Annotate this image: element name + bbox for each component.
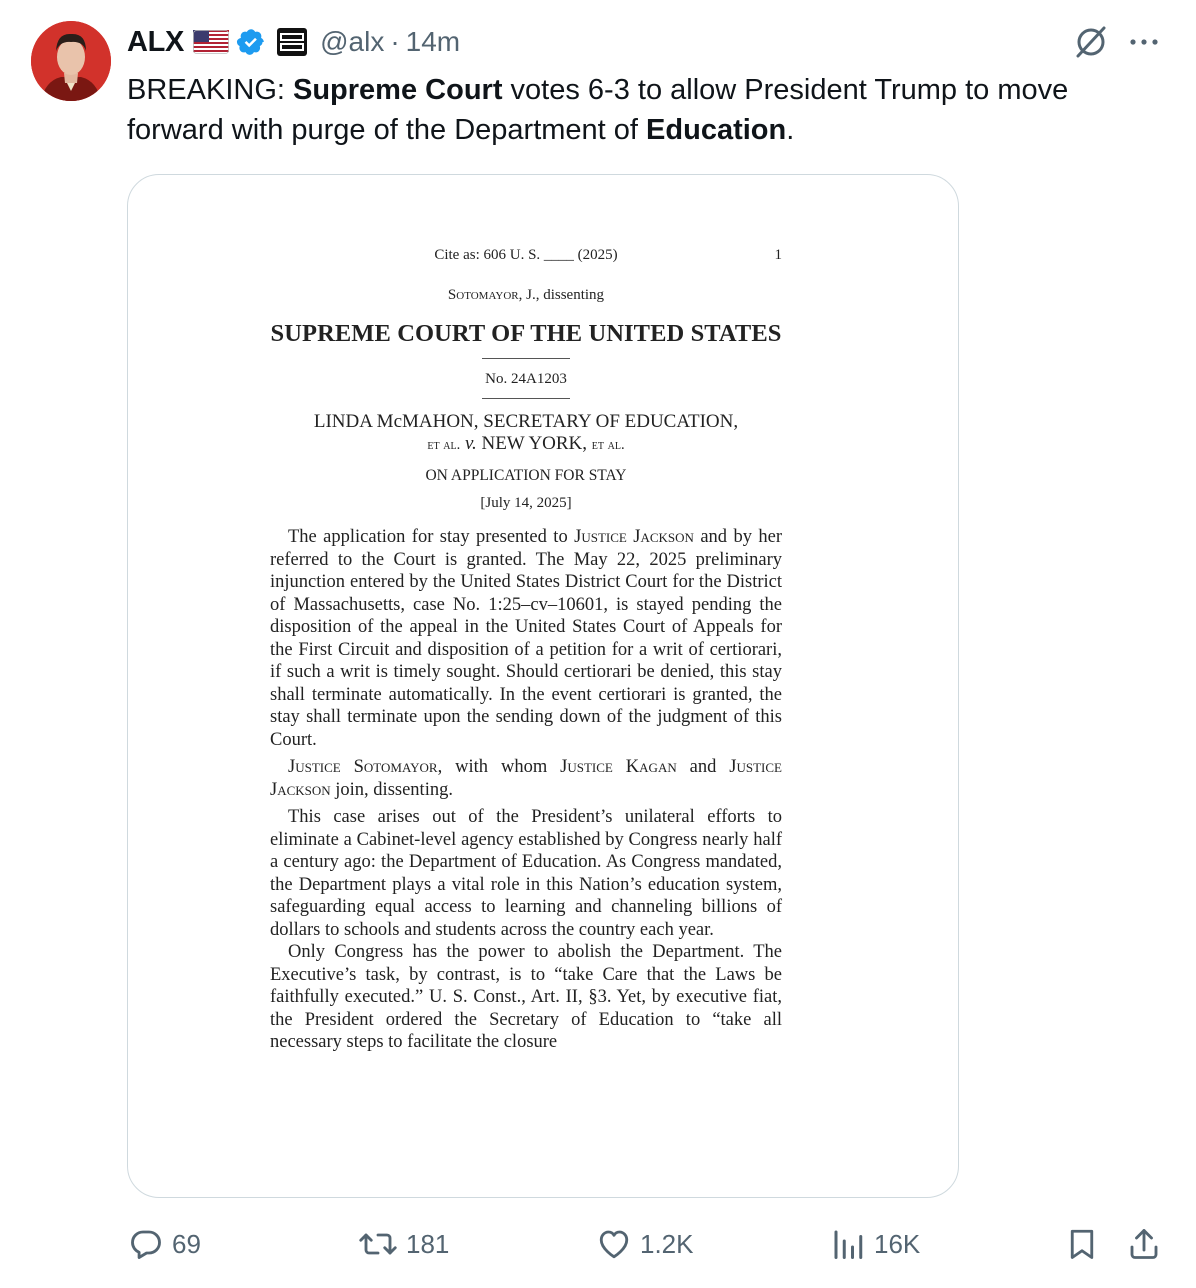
repost-icon [359, 1233, 397, 1255]
flag-icon [193, 30, 230, 54]
dissent-intro-end: join, dissenting. [330, 779, 453, 800]
court-title: SUPREME COURT OF THE UNITED STATES [270, 320, 782, 347]
justice-jackson: Justice Jackson [574, 527, 694, 547]
divider [482, 398, 570, 399]
reply-icon [131, 1230, 161, 1259]
more-icon[interactable] [1126, 28, 1162, 56]
justice-sotomayor: Justice Sotomayor [288, 757, 438, 777]
party-versus: v. [464, 433, 477, 454]
dissent-paragraph-1: This case arises out of the President’s … [270, 807, 782, 940]
views-icon [834, 1230, 863, 1259]
citation-line: Cite as: 606 U. S. ____ (2025) 1 [270, 247, 782, 269]
reply-button[interactable]: 69 [128, 1222, 201, 1266]
docket-number: No. 24A1203 [485, 371, 567, 387]
order-text-rest: and by her referred to the Court is gran… [270, 527, 782, 750]
share-icon [1130, 1229, 1158, 1259]
share-button[interactable] [1126, 1222, 1162, 1266]
reply-count: 69 [172, 1228, 201, 1259]
running-head: Sotomayor, J., dissenting [270, 287, 782, 304]
tweet-prefix: BREAKING: [127, 74, 293, 106]
like-icon [599, 1230, 629, 1259]
application-heading: ON APPLICATION FOR STAY [425, 467, 627, 484]
repost-count: 181 [406, 1228, 450, 1259]
media-image[interactable]: Cite as: 606 U. S. ____ (2025) 1 Sotomay… [127, 174, 959, 1198]
dissent-intro-and: and [676, 757, 730, 777]
author-name[interactable]: ALX [127, 26, 184, 59]
views-count: 16K [874, 1228, 921, 1259]
party-new-york: NEW YORK, [481, 433, 588, 454]
dissent-intro-paragraph: Justice Sotomayor, with whom Justice Kag… [270, 756, 782, 801]
author-handle[interactable]: @alx [320, 26, 384, 58]
avatar[interactable] [31, 21, 111, 101]
views-button[interactable]: 16K [830, 1222, 920, 1266]
like-count: 1.2K [640, 1228, 694, 1259]
like-button[interactable]: 1.2K [596, 1222, 694, 1266]
divider [482, 358, 570, 359]
running-head-rest: , J., dissenting [518, 287, 605, 303]
avatar-image [31, 21, 111, 101]
running-head-name: Sotomayor [447, 287, 519, 303]
court-document: Cite as: 606 U. S. ____ (2025) 1 Sotomay… [270, 247, 782, 1054]
separator-dot: · [390, 26, 400, 57]
post-time[interactable]: 14m [406, 26, 460, 58]
bookmark-button[interactable] [1064, 1222, 1100, 1266]
decision-date: [July 14, 2025] [480, 495, 572, 511]
verified-icon[interactable] [236, 27, 266, 57]
page-number: 1 [774, 247, 783, 263]
tweet-text: BREAKING: Supreme Court votes 6-3 to all… [127, 70, 1137, 150]
affiliate-badge-icon[interactable] [276, 27, 308, 57]
order-paragraph: The application for stay presented to Ju… [270, 526, 782, 751]
party-et-al: et al. [427, 437, 461, 453]
dissent-paragraph-2: Only Congress has the power to abolish t… [270, 942, 782, 1052]
parties-line-1: LINDA McMAHON, SECRETARY OF EDUCATION, [313, 411, 739, 432]
parties-line-2: et al. v. NEW YORK, et al. [270, 433, 782, 455]
justice-kagan: Justice Kagan [560, 757, 677, 777]
repost-button[interactable]: 181 [358, 1222, 449, 1266]
tweet-header: ALX @alx · 14m [127, 22, 460, 62]
tweet-suffix: . [786, 114, 795, 146]
action-bar: 69 181 1.2K 16K [0, 1222, 1196, 1266]
order-text-start: The application for stay presented to [288, 527, 575, 547]
citation: Cite as: 606 U. S. ____ (2025) [434, 247, 618, 263]
bookmark-icon [1070, 1229, 1094, 1259]
tweet-bold-supreme-court: Supreme Court [293, 74, 503, 106]
party-et-al: et al. [591, 437, 625, 453]
tweet-bold-education: Education [646, 114, 787, 146]
grok-icon[interactable] [1073, 24, 1109, 60]
dissent-intro-mid: , with whom [437, 757, 561, 777]
